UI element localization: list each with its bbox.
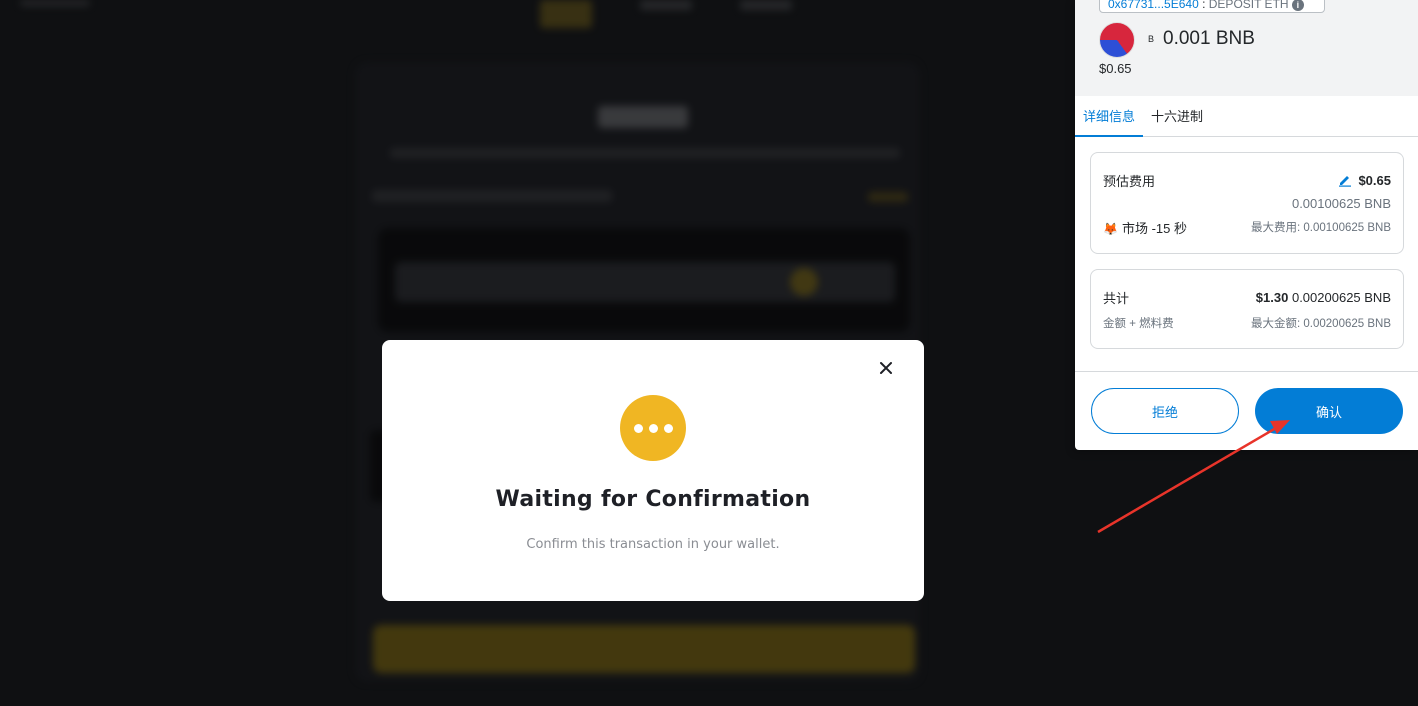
total-fiat: $1.30 [1255, 290, 1289, 305]
background-tab [640, 0, 692, 10]
close-icon[interactable] [876, 358, 896, 378]
total-label: 共计 [1103, 291, 1130, 306]
background-title [598, 106, 688, 128]
info-icon[interactable]: i [1291, 0, 1304, 11]
origin-method: DEPOSIT ETH [1208, 0, 1289, 11]
fee-box: 预估费用 $0.65 0.00100625 BNB 🦊 市场 -15 秒 最大费用… [1090, 152, 1404, 254]
fee-fiat-row: $0.65 [1338, 173, 1391, 188]
fee-time: -15 秒 [1151, 221, 1187, 236]
account-avatar-icon [1099, 22, 1135, 58]
total-max-label: 最大金额: [1250, 318, 1301, 330]
origin-address: 0x67731...5E640 [1108, 0, 1199, 11]
origin-separator: : [1198, 0, 1209, 11]
total-box: 共计 $1.30 0.00200625 BNB 金额 + 燃料费 最大金额: 0… [1090, 269, 1404, 349]
total-max-value: 0.00200625 BNB [1303, 318, 1391, 330]
token-symbol: B [1148, 34, 1155, 44]
background-tab [540, 0, 592, 28]
transaction-fiat: $0.65 [1099, 61, 1132, 76]
tab-hex[interactable]: 十六进制 [1143, 96, 1211, 137]
wallet-popup: 0x67731...5E640 : DEPOSIT ETH i B 0.001 … [1075, 0, 1418, 450]
fee-amount: 0.00100625 BNB [1291, 196, 1391, 211]
modal-title: Waiting for Confirmation [495, 487, 811, 512]
footer-divider [1075, 371, 1418, 372]
fee-label: 预估费用 [1103, 174, 1156, 189]
fox-icon: 🦊 [1103, 222, 1118, 236]
fee-max-label: 最大费用: [1250, 222, 1301, 234]
background-row-link [868, 192, 908, 202]
fee-speed-row[interactable]: 🦊 市场 -15 秒 [1103, 218, 1187, 237]
modal-description: Confirm this transaction in your wallet. [526, 537, 780, 552]
confirmation-modal: Waiting for Confirmation Confirm this tr… [382, 340, 924, 601]
origin-pill[interactable]: 0x67731...5E640 : DEPOSIT ETH i [1099, 0, 1325, 13]
edit-icon[interactable] [1338, 173, 1352, 187]
confirm-button[interactable]: 确认 [1255, 388, 1403, 434]
background-row [372, 190, 612, 202]
background-tab [740, 0, 792, 10]
fee-speed: 市场 [1121, 221, 1148, 236]
fee-max-row: 最大费用: 0.00100625 BNB [1251, 219, 1391, 235]
total-amount: 0.00200625 BNB [1291, 290, 1391, 305]
background-logo [20, 0, 90, 6]
fee-max-value: 0.00100625 BNB [1303, 222, 1391, 234]
fee-fiat: $0.65 [1358, 173, 1391, 188]
more-dots-icon [620, 395, 686, 461]
total-value-row: $1.30 0.00200625 BNB [1256, 290, 1391, 305]
background-input [395, 262, 895, 302]
wallet-tabs: 详细信息 十六进制 [1075, 96, 1418, 137]
reject-button[interactable]: 拒绝 [1091, 388, 1239, 434]
total-max-row: 最大金额: 0.00200625 BNB [1251, 315, 1391, 331]
background-nav-tabs [540, 0, 792, 28]
background-token-icon [790, 268, 818, 296]
background-subtitle [390, 148, 900, 158]
tab-details[interactable]: 详细信息 [1075, 96, 1144, 137]
total-sub-label: 金额 + 燃料费 [1103, 318, 1174, 330]
transaction-amount: 0.001 BNB [1163, 28, 1255, 49]
background-deposit-button [373, 625, 915, 673]
